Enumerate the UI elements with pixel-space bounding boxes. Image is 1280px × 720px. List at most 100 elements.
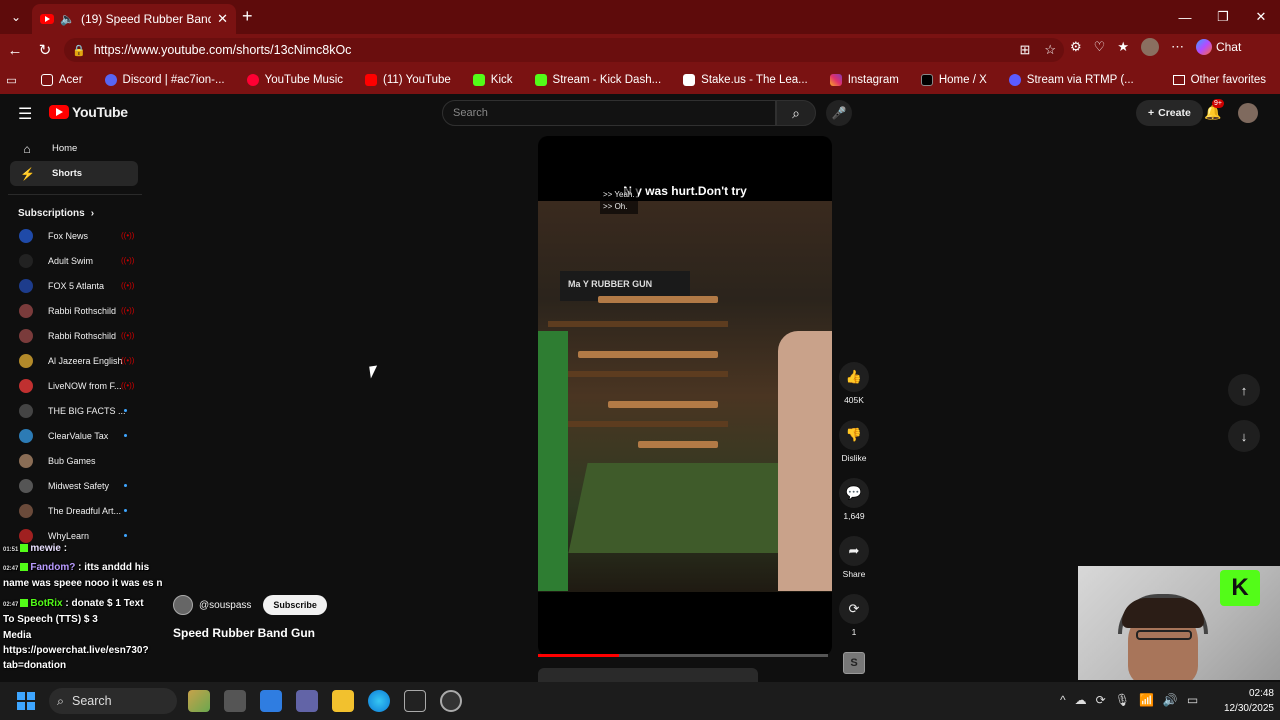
short-channel-row: @souspass Subscribe	[173, 595, 327, 615]
sidebar-subscription[interactable]: Midwest Safety	[0, 473, 150, 498]
wooden-gun	[578, 351, 718, 358]
browser-tab-active[interactable]: 🔈 (19) Speed Rubber Band Gun ✕	[32, 4, 236, 34]
video-caption: N y was hurt.Don't try	[623, 184, 747, 198]
sidebar-subscription[interactable]: ClearValue Tax	[0, 423, 150, 448]
task-view-icon[interactable]	[224, 690, 246, 712]
favorites-icon[interactable]: ★	[1117, 39, 1129, 55]
next-short-button[interactable]: ↓	[1228, 420, 1260, 452]
sidebar-subscription[interactable]: Rabbi Rothschild ((•))	[0, 323, 150, 348]
tab-actions-menu[interactable]: ⌄	[0, 0, 32, 34]
wooden-gun	[638, 441, 718, 448]
next-short-preview[interactable]	[538, 668, 758, 682]
channel-avatar	[19, 378, 33, 393]
teams-icon[interactable]	[296, 690, 318, 712]
create-button[interactable]: + Create	[1136, 100, 1203, 126]
channel-handle[interactable]: @souspass	[199, 600, 251, 611]
refresh-button[interactable]: ↻	[30, 41, 60, 59]
short-video-player[interactable]: Ma Y RUBBER GUN N y was hurt.Don't try >…	[538, 136, 832, 656]
sidebar-item-home[interactable]: ⌂ Home	[10, 136, 138, 161]
sidebar-subscription[interactable]: Fox News ((•))	[0, 223, 150, 248]
wifi-icon[interactable]: 📶	[1139, 693, 1154, 707]
sidebar-subscription[interactable]: Rabbi Rothschild ((•))	[0, 298, 150, 323]
chat-label: Chat	[1215, 40, 1242, 54]
favorite-item[interactable]: Stream via RTMP (...	[1008, 74, 1134, 86]
subscription-name: Rabbi Rothschild	[48, 330, 117, 341]
close-tab-icon[interactable]: ✕	[217, 11, 228, 27]
favorite-item[interactable]: Acer	[40, 74, 83, 86]
chevron-up-icon[interactable]: ^	[1060, 693, 1066, 707]
voice-search-button[interactable]: 🎤	[826, 100, 852, 126]
file-explorer-icon[interactable]	[332, 690, 354, 712]
dislike-label: Dislike	[841, 453, 867, 463]
youtube-logo[interactable]: YouTube	[49, 104, 128, 120]
favorite-item[interactable]: Stream - Kick Dash...	[534, 74, 661, 86]
home-icon: ⌂	[23, 141, 31, 156]
sidebar-subscription[interactable]: THE BIG FACTS ...	[0, 398, 150, 423]
search-input[interactable]: Search	[442, 100, 776, 126]
url-field[interactable]: 🔒 https://www.youtube.com/shorts/13cNimc…	[64, 38, 1064, 62]
subscriptions-header[interactable]: Subscriptions ›	[0, 203, 150, 223]
battery-icon[interactable]: ▭	[1187, 693, 1198, 707]
back-button[interactable]: ←	[0, 42, 30, 59]
close-window-button[interactable]: ✕	[1242, 0, 1280, 34]
minimize-button[interactable]: —	[1166, 0, 1204, 34]
channel-avatar[interactable]	[173, 595, 193, 615]
menu-hamburger-icon[interactable]: ☰	[18, 104, 32, 124]
like-button[interactable]: 👍	[839, 362, 869, 392]
other-favorites[interactable]: Other favorites	[1172, 74, 1266, 86]
favorite-star-icon[interactable]: ☆	[1044, 42, 1056, 58]
sidebar-subscription[interactable]: Bub Games	[0, 448, 150, 473]
browser-essentials-icon[interactable]: ♡	[1094, 39, 1106, 55]
sidebar-subscription[interactable]: Adult Swim ((•))	[0, 248, 150, 273]
sidebar-subscription[interactable]: The Dreadful Art...	[0, 498, 150, 523]
favorite-item[interactable]: Instagram	[829, 74, 899, 86]
previous-short-button[interactable]: ↑	[1228, 374, 1260, 406]
comments-button[interactable]: 💬	[839, 478, 869, 508]
chat-message: To Speech (TTS) $ 3	[3, 614, 98, 625]
new-tab-button[interactable]: +	[242, 6, 253, 27]
more-menu-icon[interactable]: ⋯	[1171, 39, 1184, 55]
share-button[interactable]: ➦	[839, 536, 869, 566]
favorite-item[interactable]: (11) YouTube	[365, 74, 451, 86]
favorite-item[interactable]: Discord | #ac7ion-...	[104, 74, 225, 86]
extensions-icon[interactable]: ⚙	[1070, 39, 1082, 55]
favorite-item[interactable]: YouTube Music	[246, 74, 343, 86]
favorite-item[interactable]: Stake.us - The Lea...	[683, 74, 808, 86]
browser-tab-bar: ⌄ 🔈 (19) Speed Rubber Band Gun ✕ + — ❐ ✕	[0, 0, 1280, 34]
favorite-item[interactable]: Kick	[472, 74, 513, 86]
remix-button[interactable]: ⟳	[839, 594, 869, 624]
clock[interactable]: 02:48 12/30/2025	[1210, 686, 1274, 716]
app-available-icon[interactable]: ⊞	[1019, 42, 1030, 58]
maximize-button[interactable]: ❐	[1204, 0, 1242, 34]
sync-icon[interactable]: ⟳	[1096, 693, 1106, 707]
video-progress-bar[interactable]	[538, 654, 828, 657]
notion-icon[interactable]	[404, 690, 426, 712]
edge-icon[interactable]	[368, 690, 390, 712]
search-button[interactable]: ⌕	[776, 100, 816, 126]
onedrive-icon[interactable]: ☁	[1075, 693, 1087, 707]
speaker-icon[interactable]: 🔈	[60, 12, 75, 26]
sidebar-subscription[interactable]: LiveNOW from F... ((•))	[0, 373, 150, 398]
favorite-item[interactable]: Home / X	[920, 74, 987, 86]
notifications-button[interactable]: 🔔 9+	[1204, 99, 1224, 121]
profile-avatar[interactable]	[1140, 38, 1159, 56]
obs-icon[interactable]	[440, 690, 462, 712]
account-avatar[interactable]	[1238, 103, 1258, 123]
site-info-icon[interactable]: 🔒	[72, 44, 86, 57]
start-button[interactable]	[17, 692, 35, 710]
sidebar-subscription[interactable]: Al Jazeera English ((•))	[0, 348, 150, 373]
volume-icon[interactable]: 🔊	[1163, 693, 1178, 707]
store-icon[interactable]	[260, 690, 282, 712]
sidebar-item-shorts[interactable]: ⚡ Shorts	[10, 161, 138, 186]
sound-thumbnail[interactable]: S	[843, 652, 865, 674]
taskbar-apps	[188, 690, 462, 712]
taskbar-search[interactable]: ⌕ Search	[49, 688, 177, 714]
copilot-chat-button[interactable]: Chat	[1195, 39, 1242, 55]
subscribe-button[interactable]: Subscribe	[263, 595, 327, 615]
dislike-button[interactable]: 👎	[839, 420, 869, 450]
short-title[interactable]: Speed Rubber Band Gun	[173, 626, 315, 640]
widgets-icon[interactable]	[188, 690, 210, 712]
mic-icon[interactable]: 🎙	[1115, 693, 1130, 707]
sidebar-subscription[interactable]: FOX 5 Atlanta ((•))	[0, 273, 150, 298]
favorite-item[interactable]: ▭	[6, 73, 17, 87]
